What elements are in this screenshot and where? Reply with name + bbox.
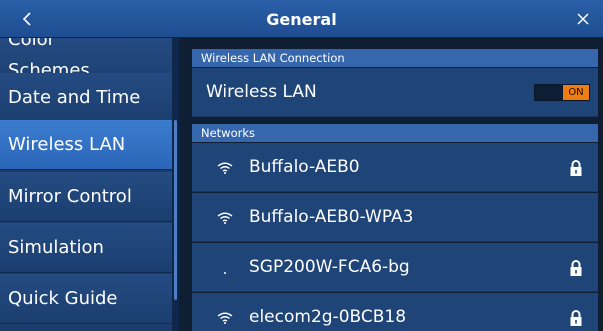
sidebar-item-label: Mirror Control [8, 186, 132, 207]
close-icon [577, 13, 589, 25]
wireless-lan-row: Wireless LAN ON [192, 68, 598, 117]
wifi-signal-weak-icon [217, 243, 233, 292]
sidebar-item-date-and-time[interactable]: Date and Time [0, 73, 172, 123]
network-ssid: elecom2g-0BCB18 [249, 307, 407, 327]
sidebar-item-quick-guide[interactable]: Quick Guide [0, 274, 172, 324]
network-item[interactable]: Buffalo-AEB0 [192, 143, 598, 192]
sidebar: Color Schemes Date and Time Wireless LAN… [0, 38, 179, 331]
lock-icon [569, 143, 583, 192]
lock-icon [569, 243, 583, 292]
wifi-signal-icon [217, 293, 233, 331]
close-button[interactable] [573, 0, 593, 38]
sidebar-item-simulation[interactable]: Simulation [0, 223, 172, 273]
title-bar: General [0, 0, 603, 38]
lock-icon [569, 293, 583, 331]
toggle-on-indicator: ON [563, 84, 589, 100]
sidebar-item-label: Wireless LAN [8, 134, 126, 155]
sidebar-item-label: Simulation [8, 237, 104, 258]
sidebar-scroll-thumb[interactable] [174, 120, 177, 300]
section-header-networks: Networks [192, 124, 598, 142]
network-ssid: Buffalo-AEB0 [249, 157, 360, 177]
sidebar-item-label-partial: Color [8, 38, 55, 50]
wireless-lan-toggle[interactable]: ON [534, 83, 590, 101]
main-panel: Wireless LAN Connection Wireless LAN ON … [186, 38, 603, 331]
page-title: General [266, 9, 337, 29]
section-header-wireless-lan-connection: Wireless LAN Connection [192, 49, 598, 67]
sidebar-item-label: Date and Time [8, 87, 141, 108]
network-ssid: Buffalo-AEB0-WPA3 [249, 207, 414, 227]
network-item[interactable]: Buffalo-AEB0-WPA3 [192, 193, 598, 242]
wifi-signal-icon [217, 193, 233, 242]
wifi-signal-icon [217, 143, 233, 192]
wireless-lan-label: Wireless LAN [206, 82, 317, 102]
network-ssid: SGP200W-FCA6-bg [249, 257, 410, 277]
network-item[interactable]: SGP200W-FCA6-bg [192, 243, 598, 292]
sidebar-item-label: Quick Guide [8, 288, 118, 309]
network-item[interactable]: elecom2g-0BCB18 [192, 293, 598, 331]
sidebar-item-mirror-control[interactable]: Mirror Control [0, 172, 172, 222]
sidebar-item-wireless-lan[interactable]: Wireless LAN [0, 120, 172, 170]
